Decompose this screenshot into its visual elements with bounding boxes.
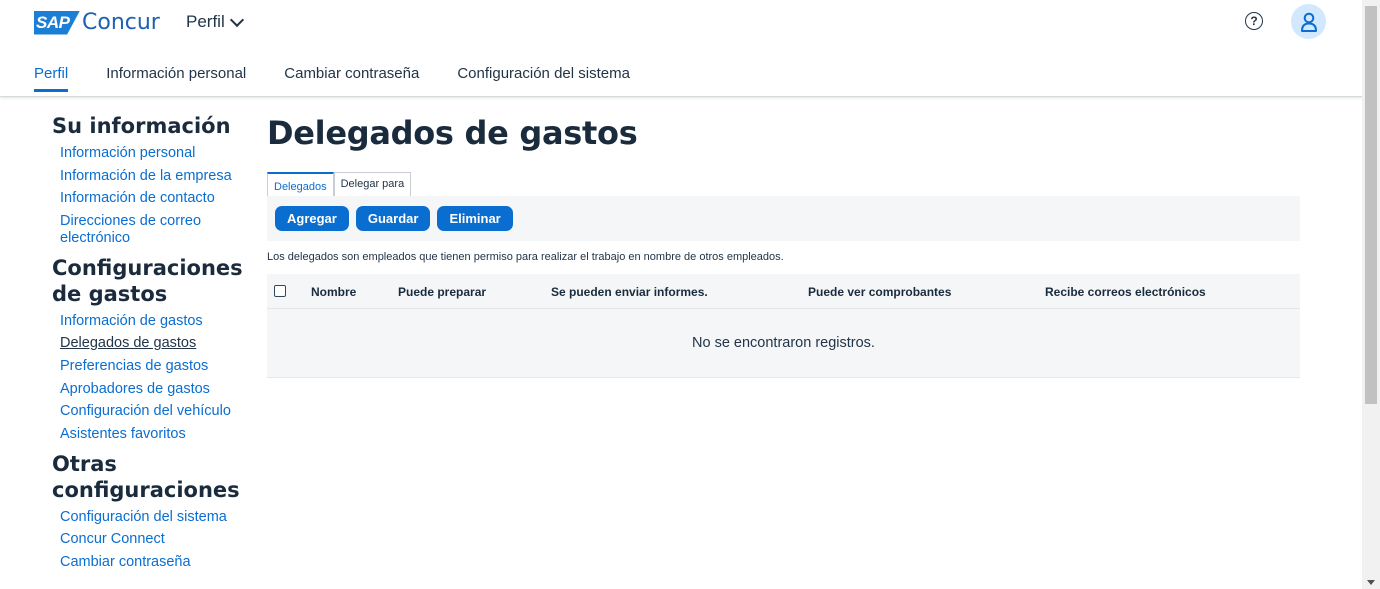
sidebar-link-asistentes-favoritos[interactable]: Asistentes favoritos: [60, 426, 252, 443]
column-header-recibe-correos[interactable]: Recibe correos electrónicos: [1045, 285, 1206, 299]
sap-logo-mark: SAP: [34, 10, 80, 35]
help-icon[interactable]: ?: [1245, 12, 1263, 30]
delegate-toolbar: Agregar Guardar Eliminar: [267, 196, 1300, 241]
column-header-nombre[interactable]: Nombre: [311, 285, 356, 299]
chevron-down-icon: [229, 12, 244, 27]
app-header: SAP Concur Perfil ? Perfil Información p…: [0, 0, 1362, 97]
sidebar-link-informacion-gastos[interactable]: Información de gastos: [60, 313, 252, 330]
tab-cambiar-contrasena[interactable]: Cambiar contraseña: [284, 65, 419, 92]
sidebar-heading: Otras configuraciones: [52, 451, 240, 502]
sidebar-link-direcciones-correo[interactable]: Direcciones de correo electrónico: [60, 213, 230, 247]
concur-logo-text: Concur: [82, 10, 160, 35]
tab-perfil[interactable]: Perfil: [34, 65, 69, 92]
delete-button[interactable]: Eliminar: [437, 206, 513, 231]
tab-configuracion-sistema[interactable]: Configuración del sistema: [457, 65, 630, 92]
user-icon: [1300, 12, 1317, 32]
sidebar-group-otras-configuraciones: Otras configuraciones Configuración del …: [52, 451, 252, 571]
page-scrollbar[interactable]: [1362, 0, 1380, 589]
column-header-ver-comprobantes[interactable]: Puede ver comprobantes: [808, 285, 951, 299]
sidebar-group-su-informacion: Su información Información personal Info…: [52, 113, 252, 247]
tab-delegados[interactable]: Delegados: [267, 172, 334, 197]
sap-concur-logo[interactable]: SAP Concur: [34, 10, 160, 35]
sidebar-link-informacion-personal[interactable]: Información personal: [60, 145, 252, 162]
delegate-subtabs: Delegados Delegar para: [267, 172, 412, 197]
sidebar-heading: Configuraciones de gastos: [52, 255, 243, 306]
sidebar-link-informacion-contacto[interactable]: Información de contacto: [60, 190, 252, 207]
sidebar-link-concur-connect[interactable]: Concur Connect: [60, 531, 252, 548]
sidebar-group-configuraciones-gastos: Configuraciones de gastos Información de…: [52, 255, 252, 443]
sidebar-link-aprobadores-gastos[interactable]: Aprobadores de gastos: [60, 381, 252, 398]
table-header: Nombre Puede preparar Se pueden enviar i…: [267, 274, 1300, 309]
save-button[interactable]: Guardar: [355, 206, 431, 231]
column-header-enviar-informes[interactable]: Se pueden enviar informes.: [551, 285, 708, 299]
tab-delegar-para[interactable]: Delegar para: [333, 172, 412, 197]
sidebar-link-preferencias-gastos[interactable]: Preferencias de gastos: [60, 358, 252, 375]
scroll-down-arrow-icon[interactable]: [1367, 580, 1375, 585]
delegates-table: Nombre Puede preparar Se pueden enviar i…: [267, 274, 1300, 378]
profile-menu-button[interactable]: Perfil: [186, 12, 244, 32]
sidebar: Su información Información personal Info…: [52, 113, 252, 579]
sidebar-link-configuracion-vehiculo[interactable]: Configuración del vehículo: [60, 403, 252, 420]
tab-informacion-personal[interactable]: Información personal: [106, 65, 246, 92]
sidebar-link-informacion-empresa[interactable]: Información de la empresa: [60, 168, 252, 185]
column-header-puede-preparar[interactable]: Puede preparar: [398, 285, 486, 299]
sidebar-heading: Su información: [52, 114, 231, 138]
table-empty-message: No se encontraron registros.: [267, 309, 1300, 378]
page-title: Delegados de gastos: [267, 114, 638, 152]
top-navigation: Perfil Información personal Cambiar cont…: [34, 65, 668, 92]
user-avatar-button[interactable]: [1291, 4, 1326, 39]
profile-menu-label: Perfil: [186, 12, 225, 31]
sidebar-link-configuracion-sistema[interactable]: Configuración del sistema: [60, 509, 252, 526]
add-button[interactable]: Agregar: [275, 206, 349, 231]
sidebar-link-cambiar-contrasena[interactable]: Cambiar contraseña: [60, 554, 252, 571]
select-all-checkbox[interactable]: [274, 285, 286, 297]
delegates-description: Los delegados son empleados que tienen p…: [267, 251, 784, 263]
sidebar-link-delegados-gastos[interactable]: Delegados de gastos: [60, 335, 252, 352]
scrollbar-thumb[interactable]: [1365, 6, 1377, 404]
